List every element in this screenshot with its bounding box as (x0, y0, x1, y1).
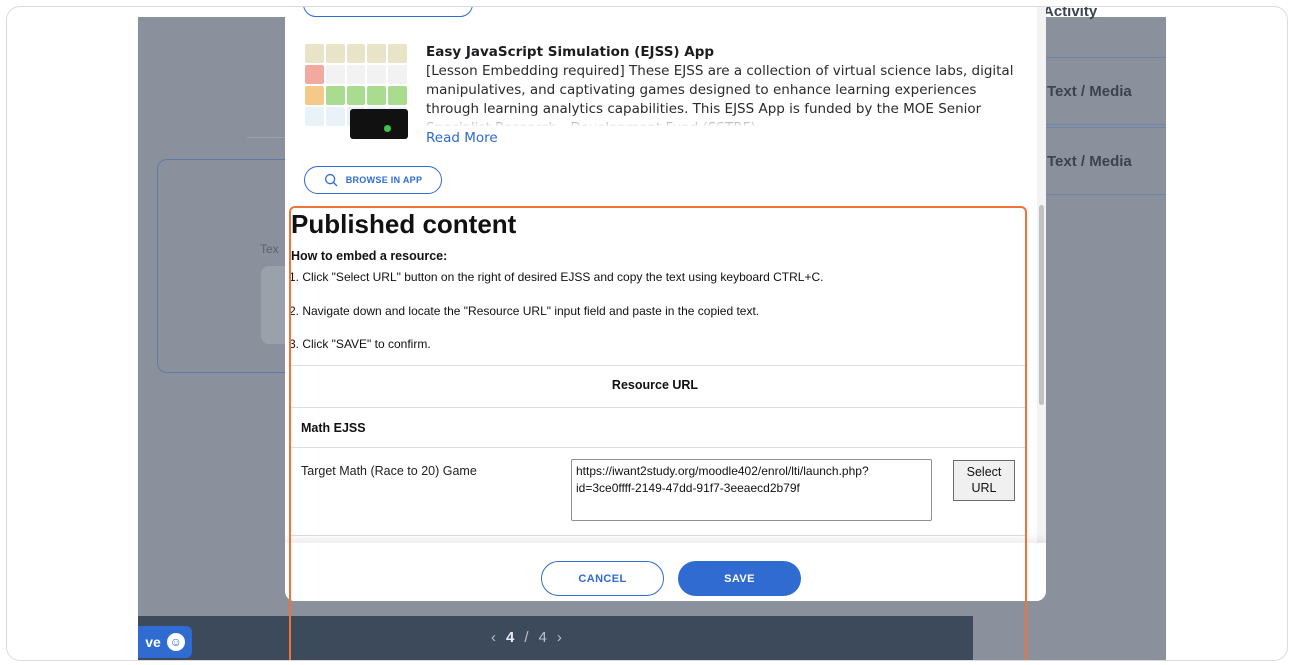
right-panel-item-label: Text / Media (1047, 82, 1132, 100)
published-content-title: Published content (291, 209, 517, 239)
table-row-name: Target Math (Race to 20) Game (301, 464, 477, 478)
table-divider (289, 407, 1025, 408)
right-panel-text-media-1[interactable]: Text / Media (1027, 57, 1166, 125)
table-divider (289, 447, 1025, 448)
pager: ‹ 4 / 4 › (491, 629, 562, 646)
screenshot-frame: Tex Activity Text / Media Text / Media ‹… (6, 6, 1288, 661)
embed-modal: Easy JavaScript Simulation (EJSS) App [L… (285, 7, 1046, 601)
howto-step-2: 2. Navigate down and locate the "Resourc… (289, 304, 760, 318)
thumbnail-popup (350, 109, 408, 139)
description-fade (426, 115, 1026, 127)
feedback-label: ve (145, 634, 161, 650)
app-title: Easy JavaScript Simulation (EJSS) App (426, 44, 715, 60)
modal-scroll-area[interactable]: Easy JavaScript Simulation (EJSS) App [L… (285, 7, 1046, 543)
table-divider (289, 535, 1025, 536)
table-category: Math EJSS (301, 421, 366, 435)
table-divider (289, 365, 1025, 366)
cancel-button[interactable]: CANCEL (541, 561, 664, 596)
pager-total: 4 (538, 629, 547, 646)
modal-footer: CANCEL SAVE (285, 543, 1046, 601)
pager-separator: / (524, 629, 529, 646)
background-divider (247, 137, 287, 138)
resource-url-textarea[interactable]: https://iwant2study.org/moodle402/enrol/… (571, 459, 932, 521)
select-url-button[interactable]: Select URL (953, 460, 1015, 501)
pager-current: 4 (506, 629, 515, 646)
scrollbar-thumb[interactable] (1039, 205, 1044, 405)
resource-url-column-header: Resource URL (611, 378, 699, 392)
howto-step-1: 1. Click "Select URL" button on the righ… (289, 270, 824, 284)
save-button[interactable]: SAVE (678, 561, 801, 596)
browse-in-app-button[interactable]: BROWSE IN APP (304, 166, 442, 194)
search-icon (324, 173, 338, 187)
smiley-icon: ☺ (166, 633, 185, 651)
chevron-right-icon[interactable]: › (557, 629, 562, 646)
feedback-button[interactable]: ve ☺ (138, 626, 192, 658)
read-more-link[interactable]: Read More (426, 130, 498, 146)
chevron-left-icon[interactable]: ‹ (491, 629, 496, 646)
background-card-label: Tex (260, 242, 279, 256)
right-panel-item-label: Text / Media (1047, 152, 1132, 170)
right-panel-activity[interactable]: Activity (1043, 7, 1097, 20)
howto-step-3: 3. Click "SAVE" to confirm. (289, 337, 431, 351)
browse-in-app-label: BROWSE IN APP (345, 175, 423, 185)
app-thumbnail (304, 43, 408, 139)
howto-heading: How to embed a resource: (291, 249, 448, 263)
previous-browse-button[interactable] (303, 7, 473, 17)
right-panel-text-media-2[interactable]: Text / Media (1027, 127, 1166, 195)
